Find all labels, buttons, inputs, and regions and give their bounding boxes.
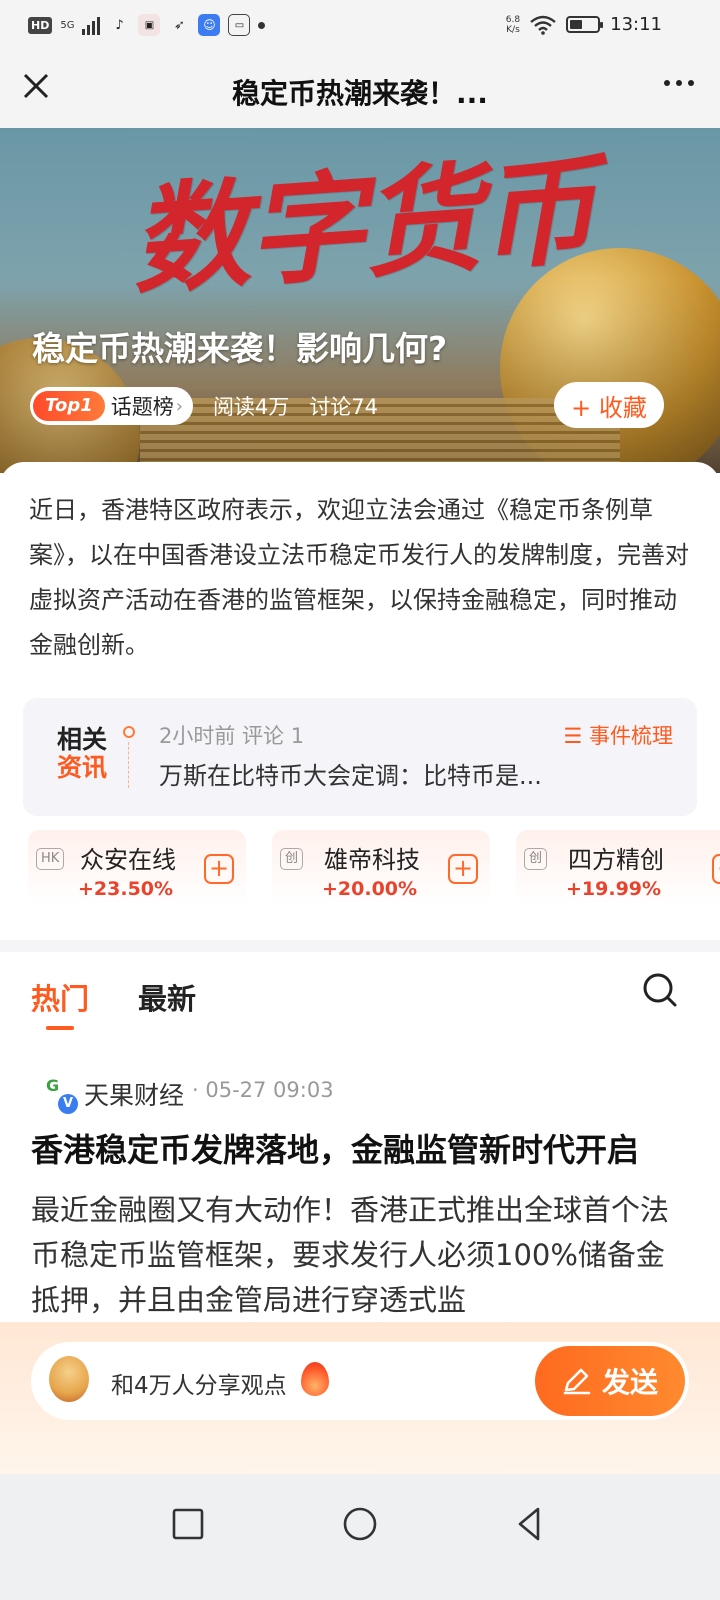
related-news-meta: 2小时前 评论 1 xyxy=(159,724,305,748)
topic-card: 近日，香港特区政府表示，欢迎立法会通过《稳定币条例草案》，以在中国香港设立法币稳… xyxy=(0,462,720,962)
stock-card[interactable]: HK 众安在线 +23.50% + xyxy=(28,830,246,906)
post-body[interactable]: 最近金融圈又有大动作！香港正式推出全球首个法币稳定币监管框架，要求发行人必须10… xyxy=(31,1188,691,1323)
event-timeline-link[interactable]: ☰ 事件梳理 xyxy=(563,720,673,750)
section-divider xyxy=(0,940,720,952)
add-watchlist-icon[interactable]: + xyxy=(204,854,234,884)
related-news-tag-line2: 资讯 xyxy=(57,753,108,782)
send-button[interactable]: 发送 xyxy=(535,1346,685,1416)
network-speed-value: 6.8 xyxy=(505,14,521,25)
timeline-dot-icon xyxy=(123,726,135,738)
back-icon[interactable] xyxy=(510,1504,550,1544)
author-logo-icon: G xyxy=(46,1076,60,1095)
stock-name: 雄帝科技 xyxy=(324,846,420,874)
robot-app-icon: ☺ xyxy=(198,14,221,36)
search-icon[interactable] xyxy=(640,970,680,1010)
stock-market-tag: HK xyxy=(36,848,65,870)
tab-hot[interactable]: 热门 xyxy=(31,976,89,1018)
paper-plane-icon: ➶ xyxy=(174,17,185,33)
stock-name: 众安在线 xyxy=(80,846,176,874)
add-watchlist-icon[interactable]: + xyxy=(712,854,720,884)
comment-bar: 和4万人分享观点 发送 xyxy=(0,1322,720,1474)
system-nav-bar xyxy=(0,1474,720,1600)
related-news-headline[interactable]: 万斯在比特币大会定调：比特币是... xyxy=(159,756,542,791)
battery-icon xyxy=(566,16,604,33)
topic-intro: 近日，香港特区政府表示，欢迎立法会通过《稳定币条例草案》，以在中国香港设立法币稳… xyxy=(29,496,689,659)
title-bar: 稳定币热潮来袭！... xyxy=(0,54,720,128)
stock-market-tag: 创 xyxy=(280,848,304,870)
hero-overlay xyxy=(0,278,720,473)
stock-name: 四方精创 xyxy=(568,846,664,874)
network-speed: 6.8 K/s xyxy=(506,15,520,35)
related-news-tag: 相关 资讯 xyxy=(57,726,111,782)
read-count: 阅读4万 xyxy=(212,395,290,419)
status-right: 6.8 K/s 13:11 xyxy=(506,14,662,35)
flame-icon xyxy=(301,1362,329,1396)
more-icon[interactable] xyxy=(664,80,694,86)
network-hd-label: HD xyxy=(28,16,53,34)
feed-post[interactable]: G V 天果财经 · 05-27 09:03 香港稳定币发牌落地，金融监管新时代… xyxy=(0,1042,720,1342)
signal-5g-label: 5G xyxy=(60,19,75,31)
topic-meta: Top1 话题榜 › 阅读4万 讨论74 xyxy=(30,386,378,426)
status-left: HD 5G ♪ ▣ ➶ ☺ ▭ xyxy=(28,14,266,36)
stock-card[interactable]: 创 四方精创 +19.99% + xyxy=(516,830,720,906)
stock-change: +19.99% xyxy=(566,878,662,900)
comment-input[interactable]: 和4万人分享观点 发送 xyxy=(31,1342,689,1420)
discussion-count: 讨论74 xyxy=(309,395,379,419)
rank-badge: Top1 xyxy=(33,391,105,421)
stock-list: HK 众安在线 +23.50% + 创 雄帝科技 +20.00% + 创 四方精… xyxy=(28,830,720,910)
wifi-icon xyxy=(530,15,556,35)
active-tab-indicator xyxy=(46,1026,74,1030)
post-time: · 05-27 09:03 xyxy=(192,1078,334,1102)
timeline-line xyxy=(128,742,129,788)
stock-market-tag: 创 xyxy=(524,848,548,870)
home-icon[interactable] xyxy=(340,1504,380,1544)
stock-change: +23.50% xyxy=(78,878,174,900)
chevron-right-icon: › xyxy=(175,395,183,417)
network-speed-unit: K/s xyxy=(506,24,520,35)
hero-banner: 数字货币 稳定币热潮来袭！影响几何? Top1 话题榜 › 阅读4万 讨论74 … xyxy=(0,128,720,473)
verified-badge-icon: V xyxy=(58,1094,78,1114)
signal-strength-icon xyxy=(82,15,101,35)
post-title[interactable]: 香港稳定币发牌落地，金融监管新时代开启 xyxy=(31,1128,701,1172)
related-news-tag-line1: 相关 xyxy=(57,725,108,754)
stock-card[interactable]: 创 雄帝科技 +20.00% + xyxy=(272,830,490,906)
author-avatar[interactable]: G V xyxy=(42,1074,78,1114)
page-title: 稳定币热潮来袭！... xyxy=(232,77,488,110)
feed-tabs: 热门 最新 xyxy=(0,952,720,1042)
topic-title: 稳定币热潮来袭！影响几何? xyxy=(32,329,448,368)
app-notification-icon: ▣ xyxy=(138,14,161,36)
tab-latest[interactable]: 最新 xyxy=(138,976,196,1018)
more-notifications-icon xyxy=(258,21,266,29)
post-author[interactable]: 天果财经 xyxy=(84,1076,184,1112)
comment-placeholder: 和4万人分享观点 xyxy=(111,1373,287,1399)
clock: 13:11 xyxy=(610,14,662,35)
stock-change: +20.00% xyxy=(322,878,418,900)
edit-icon xyxy=(563,1368,591,1395)
add-watchlist-icon[interactable]: + xyxy=(448,854,478,884)
rank-label: 话题榜 xyxy=(110,395,174,419)
related-news[interactable]: 相关 资讯 2小时前 评论 1 万斯在比特币大会定调：比特币是... ☰ 事件梳… xyxy=(23,698,697,816)
status-bar: HD 5G ♪ ▣ ➶ ☺ ▭ 6.8 K/s 13:11 xyxy=(0,0,720,54)
recent-apps-icon[interactable] xyxy=(168,1504,208,1544)
send-label: 发送 xyxy=(601,1366,658,1399)
mascot-avatar-icon xyxy=(49,1356,89,1402)
card-app-icon: ▭ xyxy=(228,14,251,36)
topic-rank-pill[interactable]: Top1 话题榜 › xyxy=(30,387,193,425)
collect-button[interactable]: + 收藏 xyxy=(554,382,664,428)
tiktok-icon: ♪ xyxy=(115,17,124,33)
